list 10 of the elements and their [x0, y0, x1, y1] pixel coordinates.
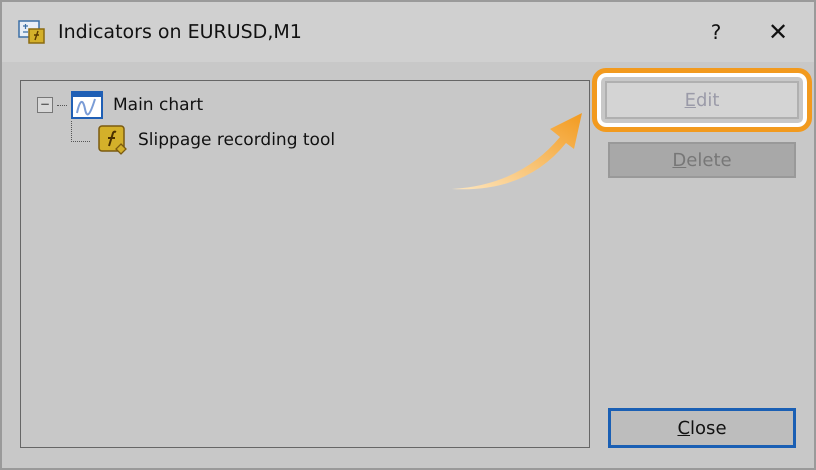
- chart-window-icon: [71, 91, 103, 119]
- indicators-icon: [18, 18, 48, 46]
- tree-item[interactable]: Main chart: [113, 95, 204, 115]
- help-button[interactable]: ?: [690, 20, 742, 44]
- tree-item[interactable]: Slippage recording tool: [138, 130, 336, 150]
- function-icon: [98, 125, 128, 155]
- window-title: Indicators on EURUSD,M1: [58, 21, 303, 43]
- dialog-close-button[interactable]: Close: [608, 408, 796, 448]
- collapse-toggle[interactable]: −: [37, 97, 53, 113]
- close-button[interactable]: ✕: [752, 18, 804, 46]
